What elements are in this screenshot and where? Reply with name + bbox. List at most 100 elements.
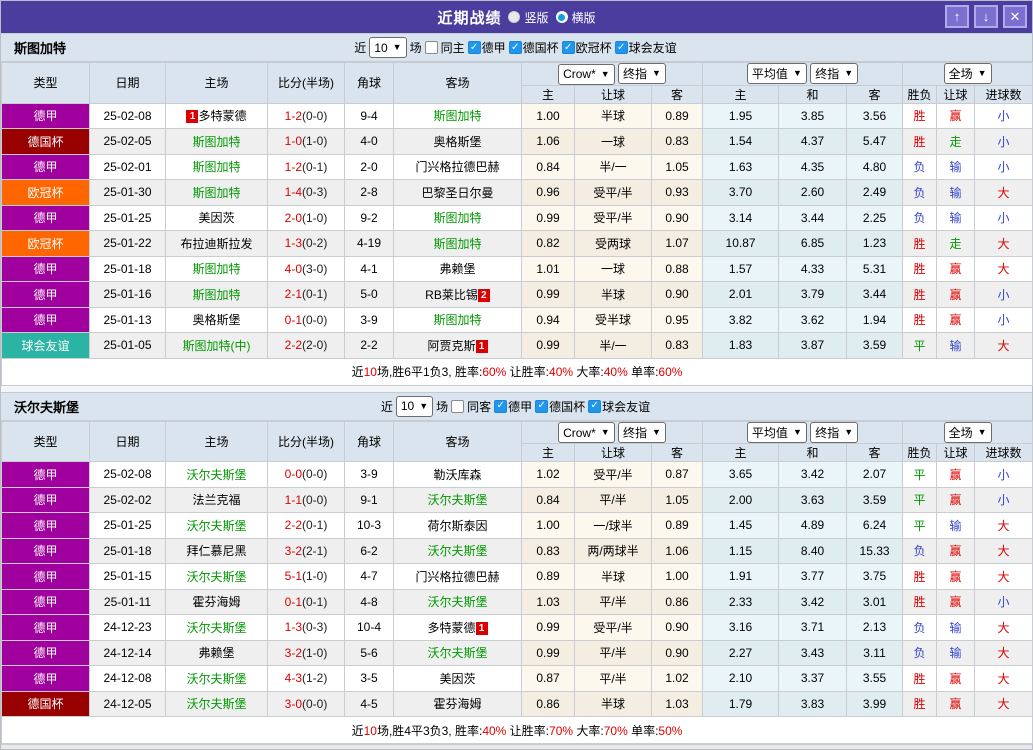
- col-type: 类型: [1, 62, 90, 104]
- avg-away: 15.33: [846, 537, 904, 564]
- fulltime-score: 5-1: [284, 569, 302, 584]
- home-team: 沃尔夫斯堡: [165, 512, 268, 539]
- score-halftime: 2-0(1-0): [267, 204, 345, 231]
- league-checkbox[interactable]: ✓: [494, 399, 508, 413]
- home-team: 斯图加特: [165, 179, 268, 206]
- league-checkbox[interactable]: ✓: [561, 41, 575, 54]
- odds-away: 0.89: [650, 102, 704, 129]
- home-team: 沃尔夫斯堡: [165, 665, 268, 692]
- avg-home: 1.45: [702, 512, 780, 539]
- match-row: 德甲 25-01-13 奥格斯堡 0-1(0-0) 3-9 斯图加特 0.94 受半球 0.95…: [1, 306, 1033, 333]
- result-outcome: 胜: [902, 230, 938, 257]
- league-checkbox[interactable]: ✓: [535, 399, 549, 413]
- league-checkbox[interactable]: ✓: [614, 41, 628, 54]
- team-label: 霍芬海姆: [192, 595, 241, 610]
- scope-select[interactable]: 全场 ▼: [943, 63, 992, 85]
- radio-horizontal-icon[interactable]: [555, 11, 568, 23]
- team-label: 斯图加特: [192, 160, 241, 175]
- league-checkbox[interactable]: ✓: [508, 41, 522, 54]
- move-down-button[interactable]: ↓: [974, 5, 998, 28]
- avg-away: 2.13: [846, 614, 904, 641]
- result-handicap: 赢: [936, 537, 976, 564]
- odds-home: 1.00: [521, 512, 575, 539]
- summary-text: 近: [351, 723, 364, 738]
- odds-home: 1.00: [521, 102, 575, 129]
- odds-away: 1.03: [650, 690, 704, 717]
- radio-vertical-icon[interactable]: [508, 11, 521, 23]
- league-checkbox[interactable]: ✓: [588, 399, 602, 413]
- team-label: 奥格斯堡: [192, 313, 241, 328]
- avg-draw: 3.63: [778, 486, 848, 513]
- match-date: 25-01-13: [89, 306, 166, 333]
- result-goals: 大: [974, 332, 1033, 359]
- away-team: RB莱比锡 2: [393, 281, 522, 308]
- move-up-button[interactable]: ↑: [945, 5, 969, 28]
- odds-handicap: 半球: [574, 563, 652, 590]
- league-checkbox[interactable]: ✓: [467, 41, 481, 54]
- rank-badge: 1: [475, 621, 488, 635]
- result-handicap: 输: [936, 204, 976, 231]
- avg-provider-select[interactable]: 平均值 ▼: [746, 63, 807, 85]
- away-team: 霍芬海姆: [393, 690, 522, 717]
- same-venue-checkbox[interactable]: [451, 399, 465, 413]
- same-venue-checkbox[interactable]: [424, 41, 438, 54]
- scope-select[interactable]: 全场 ▼: [943, 421, 992, 443]
- team-label: 门兴格拉德巴赫: [415, 160, 500, 175]
- avg-draw: 3.37: [778, 665, 848, 692]
- result-handicap: 赢: [936, 588, 976, 615]
- close-button[interactable]: ✕: [1003, 5, 1027, 28]
- score-halftime: 1-3(0-2): [267, 230, 345, 257]
- match-row: 德甲 25-02-08 沃尔夫斯堡 0-0(0-0) 3-9 勒沃库森 1.02 受平/半 0.…: [1, 461, 1033, 488]
- score-halftime: 5-1(1-0): [267, 563, 345, 590]
- team-label: 奥格斯堡: [433, 134, 482, 149]
- odds-stage-select[interactable]: 终指 ▼: [618, 421, 666, 443]
- avg-stage-select[interactable]: 终指 ▼: [810, 421, 859, 443]
- odds-provider-select[interactable]: Crow* ▼: [558, 63, 615, 85]
- match-date: 25-02-08: [89, 102, 166, 129]
- odds-home: 1.06: [521, 128, 575, 155]
- corner-score: 2-0: [344, 153, 394, 180]
- team-label: 斯图加特: [433, 236, 482, 251]
- away-team: 门兴格拉德巴赫: [393, 563, 522, 590]
- odds-away: 1.00: [650, 563, 704, 590]
- col-score: 比分(半场): [267, 62, 345, 104]
- result-handicap: 输: [936, 179, 976, 206]
- recent-count-select[interactable]: 10 ▼: [395, 395, 434, 417]
- match-row: 德甲 25-01-18 拜仁慕尼黑 3-2(2-1) 6-2 沃尔夫斯堡 0.83 两/两球半…: [1, 537, 1033, 564]
- col-sub-3: 主: [702, 84, 780, 104]
- score-halftime: 2-1(0-1): [267, 281, 345, 308]
- match-row: 德甲 24-12-14 弗赖堡 3-2(1-0) 5-6 沃尔夫斯堡 0.99 平/半 0.90…: [1, 639, 1033, 666]
- league-badge: 德甲: [1, 281, 90, 308]
- avg-away: 2.25: [846, 204, 904, 231]
- odds-home: 1.03: [521, 588, 575, 615]
- halftime-score: (3-0): [302, 261, 328, 276]
- summary-value: 40%: [482, 723, 507, 738]
- odds-stage-select[interactable]: 终指 ▼: [618, 63, 666, 84]
- chevron-down-icon: ▼: [600, 427, 610, 437]
- odds-handicap: 半球: [574, 690, 652, 717]
- avg-home: 1.63: [702, 153, 780, 180]
- chevron-down-icon: ▼: [652, 68, 661, 78]
- result-outcome: 胜: [902, 563, 938, 590]
- odds-provider-select[interactable]: Crow* ▼: [558, 422, 615, 443]
- fulltime-score: 3-0: [284, 696, 302, 711]
- layout-option-vertical[interactable]: 竖版: [508, 9, 549, 26]
- home-team: 法兰克福: [165, 486, 268, 513]
- col-type: 类型: [1, 420, 90, 462]
- result-goals: 大: [974, 614, 1033, 641]
- avg-provider-select[interactable]: 平均值 ▼: [746, 421, 807, 443]
- radio-horizontal-label: 横版: [571, 10, 596, 25]
- team-label: 布拉迪斯拉发: [180, 236, 253, 251]
- layout-option-horizontal[interactable]: 横版: [555, 9, 596, 26]
- corner-score: 4-5: [344, 690, 394, 717]
- col-away: 客场: [393, 62, 522, 104]
- col-sub-1: 让球: [574, 443, 652, 462]
- odds-home: 0.99: [521, 639, 575, 666]
- avg-stage-select[interactable]: 终指 ▼: [810, 63, 859, 85]
- recent-count-select[interactable]: 10 ▼: [369, 37, 407, 58]
- avg-away: 3.59: [846, 332, 904, 359]
- corner-score: 5-6: [344, 639, 394, 666]
- filter-suffix-label: 场: [409, 41, 422, 55]
- avg-draw: 6.85: [778, 230, 848, 257]
- avg-draw: 3.83: [778, 690, 848, 717]
